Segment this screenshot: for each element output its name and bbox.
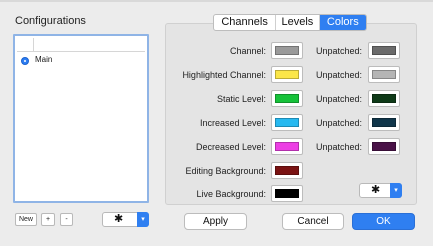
cancel-button[interactable]: Cancel — [282, 213, 344, 230]
configurations-title: Configurations — [15, 15, 86, 27]
increased-level-color-well[interactable] — [271, 114, 303, 131]
configurations-list[interactable]: Main — [13, 34, 149, 203]
remove-configuration-button[interactable]: - — [60, 213, 73, 226]
static-level-label: Static Level: — [216, 94, 266, 104]
settings-tabs: Channels Levels Colors — [213, 14, 367, 31]
swatch-fill — [372, 118, 396, 127]
channel-color-well[interactable] — [271, 42, 303, 59]
configuration-actions-menu[interactable]: ✱ ▾ — [102, 212, 149, 227]
chevron-down-icon: ▾ — [137, 212, 149, 227]
gear-icon: ✱ — [371, 184, 381, 196]
editing-background-color-well[interactable] — [271, 162, 303, 179]
static-unpatched-color-well[interactable] — [368, 90, 400, 107]
tab-colors[interactable]: Colors — [319, 15, 366, 30]
tab-channels[interactable]: Channels — [214, 15, 277, 30]
decreased-level-color-well[interactable] — [271, 138, 303, 155]
list-item-label: Main — [35, 55, 53, 64]
highlighted-channel-label: Highlighted Channel: — [182, 70, 266, 80]
swatch-fill — [372, 70, 396, 79]
swatch-fill — [275, 46, 299, 55]
increased-unpatched-label: Unpatched: — [315, 118, 362, 128]
channel-unpatched-color-well[interactable] — [368, 42, 400, 59]
increased-unpatched-color-well[interactable] — [368, 114, 400, 131]
channel-color-label: Channel: — [229, 46, 266, 56]
swatch-fill — [275, 189, 299, 198]
swatch-fill — [372, 46, 396, 55]
swatch-fill — [372, 142, 396, 151]
tab-levels[interactable]: Levels — [276, 15, 320, 30]
new-configuration-button[interactable]: New — [15, 213, 37, 226]
selected-radio-icon[interactable] — [21, 57, 29, 65]
apply-button[interactable]: Apply — [184, 213, 247, 230]
swatch-fill — [275, 94, 299, 103]
list-item[interactable]: Main — [17, 53, 145, 67]
decreased-unpatched-color-well[interactable] — [368, 138, 400, 155]
list-header — [17, 38, 145, 52]
highlighted-unpatched-color-well[interactable] — [368, 66, 400, 83]
add-configuration-button[interactable]: + — [41, 213, 55, 226]
gear-icon: ✱ — [114, 213, 124, 225]
static-level-color-well[interactable] — [271, 90, 303, 107]
swatch-fill — [275, 118, 299, 127]
increased-level-label: Increased Level: — [199, 118, 266, 128]
swatch-fill — [372, 94, 396, 103]
swatch-fill — [275, 70, 299, 79]
decreased-unpatched-label: Unpatched: — [315, 142, 362, 152]
live-background-label: Live Background: — [196, 189, 266, 199]
decreased-level-label: Decreased Level: — [195, 142, 266, 152]
editing-background-label: Editing Background: — [185, 166, 266, 176]
highlighted-unpatched-label: Unpatched: — [315, 70, 362, 80]
swatch-fill — [275, 142, 299, 151]
colors-actions-menu[interactable]: ✱ ▾ — [359, 183, 402, 198]
live-background-color-well[interactable] — [271, 185, 303, 202]
static-unpatched-label: Unpatched: — [315, 94, 362, 104]
ok-button[interactable]: OK — [352, 213, 415, 230]
channel-unpatched-label: Unpatched: — [315, 46, 362, 56]
swatch-fill — [275, 166, 299, 175]
window-top-edge — [0, 0, 433, 2]
highlighted-channel-color-well[interactable] — [271, 66, 303, 83]
chevron-down-icon: ▾ — [390, 183, 402, 198]
